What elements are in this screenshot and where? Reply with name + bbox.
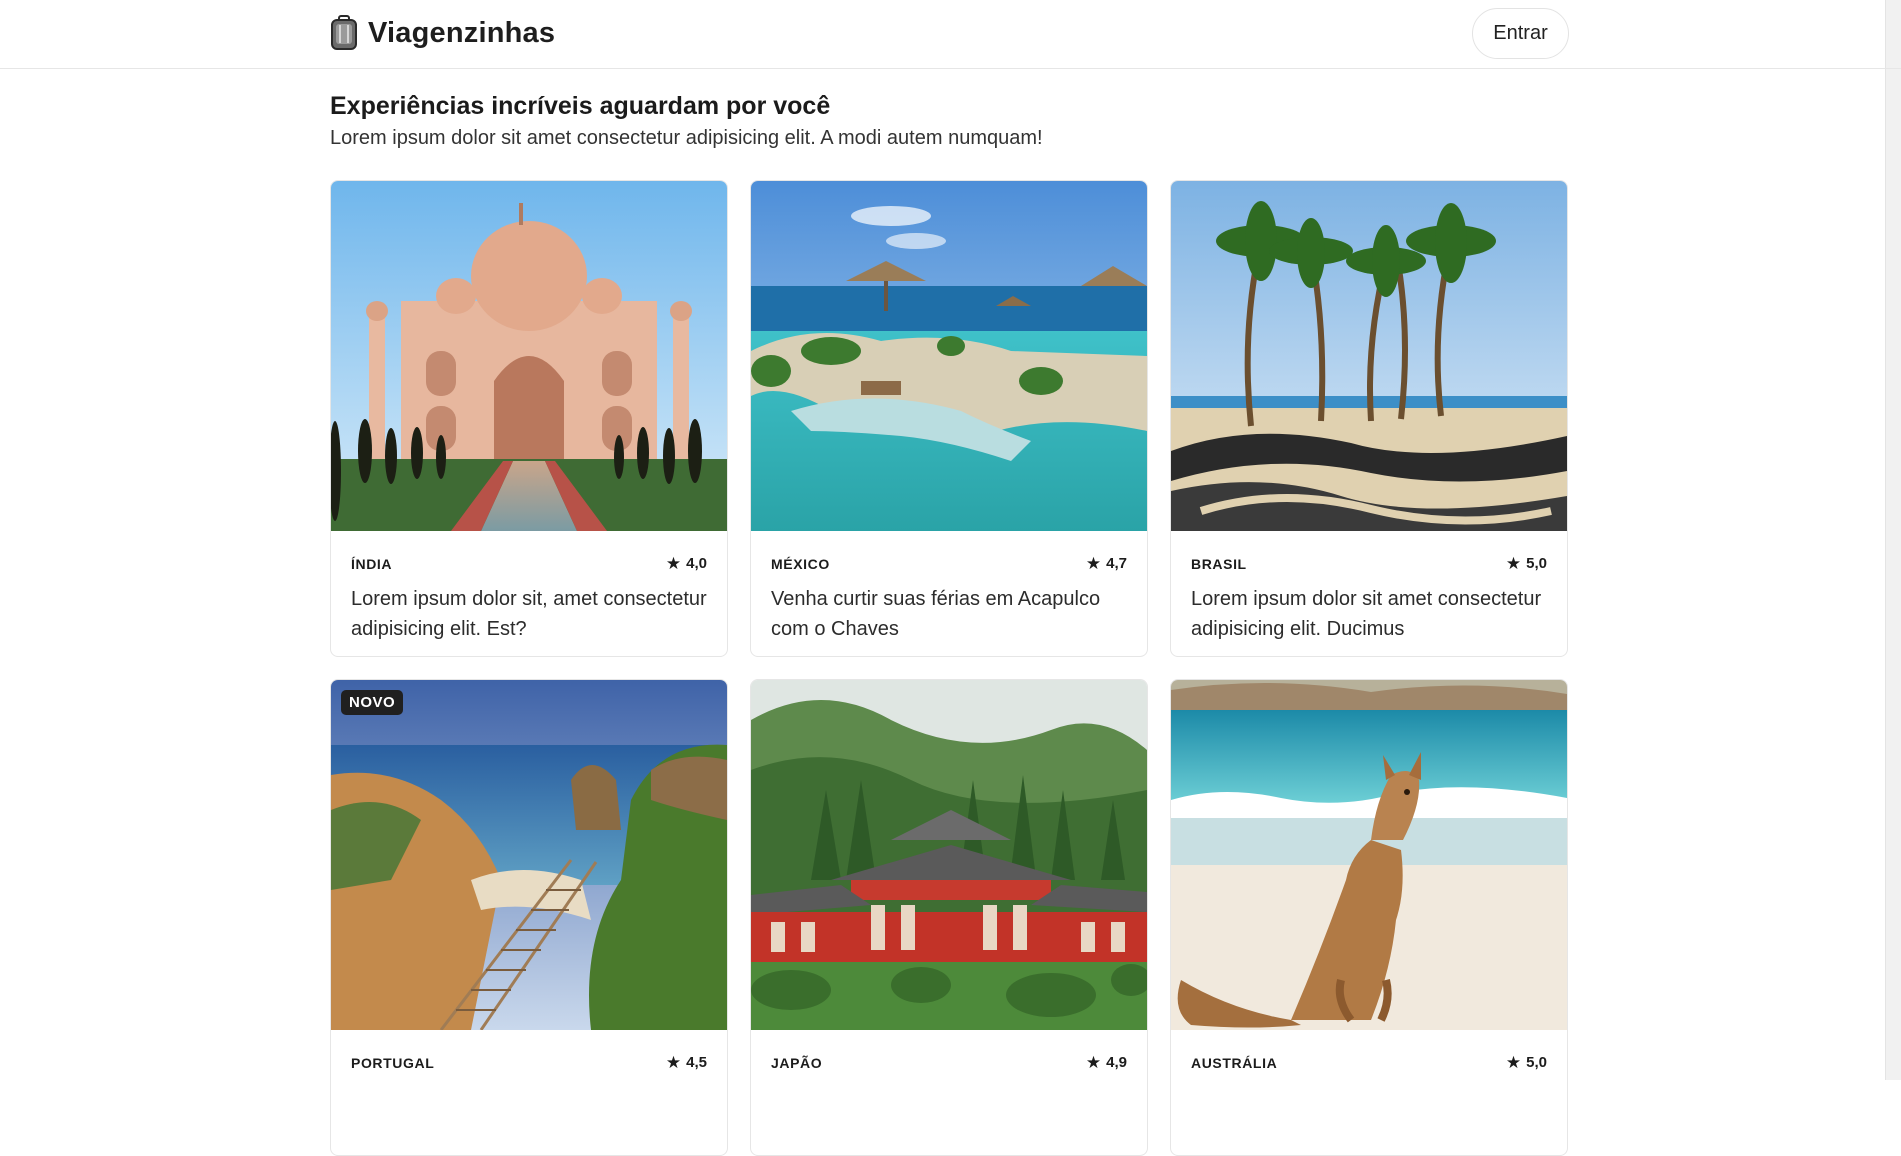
destination-card-japan[interactable]: JAPÃO ★ 4,9 [750,679,1148,1156]
card-image-copacabana-palms [1171,181,1567,531]
card-image-taj-mahal [331,181,727,531]
card-rating: ★ 4,7 [1086,555,1127,572]
rating-value: 5,0 [1526,555,1547,572]
card-country: BRASIL [1191,555,1247,572]
brand[interactable]: Viagenzinhas [330,15,555,51]
login-button[interactable]: Entrar [1472,8,1569,59]
top-navbar: Viagenzinhas Entrar [0,0,1901,69]
card-description [771,1083,1127,1143]
destination-grid: ÍNDIA ★ 4,0 Lorem ipsum dolor sit, amet … [330,180,1568,1156]
star-icon: ★ [1085,1053,1102,1072]
card-rating: ★ 4,9 [1086,1054,1127,1071]
destination-card-australia[interactable]: AUSTRÁLIA ★ 5,0 [1170,679,1568,1156]
card-rating: ★ 4,0 [666,555,707,572]
rating-value: 4,7 [1106,555,1127,572]
star-icon: ★ [665,554,682,573]
page-scrollbar[interactable] [1885,0,1901,1080]
card-description: Lorem ipsum dolor sit, amet consectetur … [351,588,707,640]
card-country: MÉXICO [771,555,830,572]
star-icon: ★ [1505,1053,1522,1072]
card-country: PORTUGAL [351,1054,435,1071]
star-icon: ★ [1505,554,1522,573]
page-subtitle: Lorem ipsum dolor sit amet consectetur a… [330,127,1043,149]
rating-value: 4,5 [686,1054,707,1071]
star-icon: ★ [665,1053,682,1072]
destination-card-mexico[interactable]: MÉXICO ★ 4,7 Venha curtir suas férias em… [750,180,1148,657]
card-country: AUSTRÁLIA [1191,1054,1278,1071]
card-description [351,1083,707,1143]
card-description: Lorem ipsum dolor sit amet consectetur a… [1191,588,1542,640]
rating-value: 5,0 [1526,1054,1547,1071]
card-image-algarve-cliffs: NOVO [331,680,727,1030]
new-badge: NOVO [341,690,404,715]
card-image-acapulco-pools [751,181,1147,531]
card-description [1191,1083,1547,1143]
hero-section: Experiências incríveis aguardam por você… [330,92,1043,150]
brand-name: Viagenzinhas [368,16,556,49]
card-country: ÍNDIA [351,555,393,572]
star-icon: ★ [1085,554,1102,573]
card-description: Venha curtir suas férias em Acapulco com… [771,588,1101,640]
destination-card-india[interactable]: ÍNDIA ★ 4,0 Lorem ipsum dolor sit, amet … [330,180,728,657]
page-title: Experiências incríveis aguardam por você [330,92,831,120]
card-rating: ★ 4,5 [666,1054,707,1071]
destination-card-brasil[interactable]: BRASIL ★ 5,0 Lorem ipsum dolor sit amet … [1170,180,1568,657]
card-image-japanese-temple [751,680,1147,1030]
card-rating: ★ 5,0 [1506,555,1547,572]
luggage-icon [330,15,358,51]
card-rating: ★ 5,0 [1506,1054,1547,1071]
rating-value: 4,9 [1106,1054,1127,1071]
rating-value: 4,0 [686,555,707,572]
card-country: JAPÃO [771,1054,823,1071]
card-image-kangaroo-beach [1171,680,1567,1030]
destination-card-portugal[interactable]: NOVO PORTUGAL ★ 4,5 [330,679,728,1156]
